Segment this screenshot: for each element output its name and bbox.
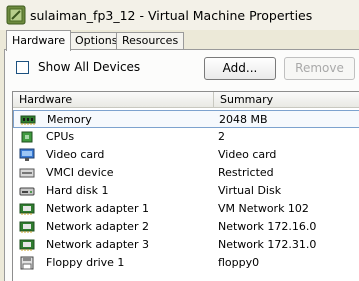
vm-properties-icon [6, 5, 26, 25]
table-row[interactable]: Network adapter 1 VM Network 102 [13, 200, 359, 218]
table-row[interactable]: Video card Video card [13, 146, 359, 164]
column-header-hardware[interactable]: Hardware [13, 92, 214, 108]
column-header-summary[interactable]: Summary [214, 92, 359, 108]
device-name: Network adapter 2 [46, 220, 149, 233]
device-summary: 2048 MB [219, 113, 268, 126]
device-name: VMCI device [46, 166, 114, 179]
window-title: sulaiman_fp3_12 - Virtual Machine Proper… [30, 7, 313, 23]
title-bar: sulaiman_fp3_12 - Virtual Machine Proper… [0, 0, 359, 30]
monitor-icon [19, 148, 35, 161]
device-summary: Restricted [218, 166, 274, 179]
device-summary: VM Network 102 [218, 202, 309, 215]
show-all-devices-label[interactable]: Show All Devices [38, 60, 140, 74]
device-name: Hard disk 1 [46, 184, 109, 197]
device-name: CPUs [46, 130, 75, 143]
device-summary: Video card [218, 148, 277, 161]
tab-bar: Hardware Options Resources [0, 30, 359, 51]
device-summary: Virtual Disk [218, 184, 282, 197]
tab-resources[interactable]: Resources [116, 32, 185, 50]
table-row[interactable]: CPUs 2 [13, 128, 359, 146]
cpu-icon [21, 131, 33, 143]
table-row[interactable]: Hard disk 1 Virtual Disk [13, 182, 359, 200]
hard-disk-icon [19, 187, 35, 196]
add-button[interactable]: Add... [204, 57, 276, 80]
hardware-table: Hardware Summary Memory 2048 MB CPUs 2 V… [12, 91, 359, 281]
device-name: Memory [47, 113, 92, 126]
table-row[interactable]: Memory 2048 MB [13, 110, 359, 128]
device-name: Network adapter 3 [46, 238, 149, 251]
device-name: Network adapter 1 [46, 202, 149, 215]
device-name: Floppy drive 1 [46, 256, 125, 269]
device-name: Video card [46, 148, 105, 161]
network-adapter-icon [19, 239, 35, 251]
table-row[interactable]: Network adapter 2 Network 172.16.0 [13, 218, 359, 236]
network-adapter-icon [19, 221, 35, 233]
show-all-devices-checkbox[interactable] [16, 60, 29, 74]
device-summary: Network 172.16.0 [218, 220, 317, 233]
floppy-drive-icon [20, 256, 34, 270]
remove-button[interactable]: Remove [284, 57, 355, 80]
device-summary: 2 [218, 130, 225, 143]
vmci-device-icon [19, 168, 35, 178]
device-summary: floppy0 [218, 256, 260, 269]
table-row[interactable]: Floppy drive 1 floppy0 [13, 254, 359, 272]
show-all-devices-row: Show All Devices [16, 60, 140, 74]
tab-hardware[interactable]: Hardware [6, 30, 72, 51]
table-row[interactable]: VMCI device Restricted [13, 164, 359, 182]
memory-icon [20, 115, 36, 125]
table-header: Hardware Summary [13, 92, 359, 108]
table-row[interactable]: Network adapter 3 Network 172.31.0 [13, 236, 359, 254]
device-summary: Network 172.31.0 [218, 238, 317, 251]
network-adapter-icon [19, 203, 35, 215]
